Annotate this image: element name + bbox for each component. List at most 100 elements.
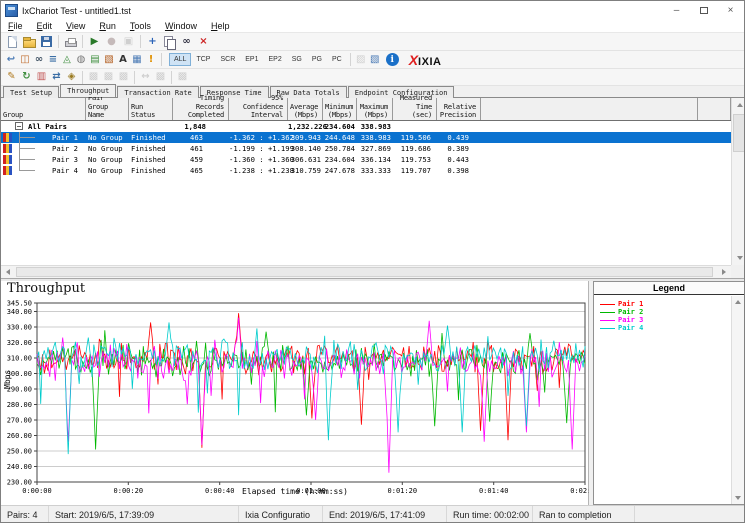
menu-window[interactable]: Window	[158, 21, 204, 31]
search-pairs-button[interactable]: ∞	[32, 52, 46, 68]
table-cell: Pair 2	[1, 143, 86, 154]
column-header-10[interactable]: Relative Precision	[437, 98, 481, 120]
print-button[interactable]	[62, 34, 79, 50]
menu-run[interactable]: Run	[92, 21, 123, 31]
copy-pair-button[interactable]	[161, 34, 178, 50]
collapse-icon[interactable]	[15, 122, 23, 130]
table-cell: 461	[173, 143, 229, 154]
tab-throughput[interactable]: Throughput	[60, 84, 116, 97]
snapshot-button[interactable]: ▦	[130, 52, 144, 68]
table-cell: 336.134	[357, 154, 393, 165]
legend-scroll-up-button[interactable]	[732, 296, 744, 308]
y-tick-label: 345.50	[7, 299, 32, 307]
minimize-button[interactable]: –	[663, 1, 690, 20]
arrow-down-icon	[735, 496, 741, 500]
menu-edit[interactable]: Edit	[30, 21, 60, 31]
save-results-button[interactable]: ◈	[64, 69, 79, 85]
network-map-button[interactable]: ◬	[60, 52, 74, 68]
network-map-icon: ◬	[63, 55, 71, 65]
filter-ep1-button[interactable]: EP1	[240, 53, 263, 66]
y-tick-label: 300.00	[7, 370, 32, 378]
pair-row-4[interactable]: Pair 4No GroupFinished465-1.238 : +1.238…	[1, 165, 731, 176]
endpoint-pair-button[interactable]: ◫	[18, 52, 32, 68]
column-header-1[interactable]: Group	[1, 98, 86, 120]
column-header-6[interactable]: Average (Mbps)	[288, 98, 323, 120]
text-style-button[interactable]: A	[116, 52, 130, 68]
table-cell: 338.983	[357, 121, 393, 132]
pair-row-3[interactable]: Pair 3No GroupFinished459-1.360 : +1.360…	[1, 154, 731, 165]
new-test-button[interactable]	[4, 34, 21, 50]
pair-row-1[interactable]: Pair 1No GroupFinished463-1.362 : +1.362…	[1, 132, 731, 143]
alert-button[interactable]: !	[144, 52, 158, 68]
menu-file[interactable]: File	[1, 21, 30, 31]
maximize-button[interactable]	[690, 1, 717, 20]
tab-test-setup[interactable]: Test Setup	[3, 86, 59, 98]
y-tick-label: 260.00	[7, 432, 32, 440]
scroll-left-button[interactable]	[1, 266, 15, 278]
scroll-up-button[interactable]	[732, 98, 745, 112]
menu-view[interactable]: View	[59, 21, 92, 31]
add-pair-button[interactable]: +	[144, 34, 161, 50]
table-cell: 119.506	[393, 132, 437, 143]
filter-sg-button[interactable]: SG	[287, 53, 307, 66]
copy-results-button[interactable]: ▥	[34, 69, 49, 85]
menu-tools[interactable]: Tools	[123, 21, 158, 31]
column-header-2[interactable]: Pair Group Name	[86, 98, 129, 120]
save-test-button[interactable]	[38, 34, 55, 50]
table-cell: 306.631	[288, 154, 323, 165]
info-button[interactable]: i	[386, 53, 399, 66]
table-cell: 327.869	[357, 143, 393, 154]
pair-icon	[3, 166, 12, 175]
open-console-button[interactable]: ▧	[368, 52, 382, 68]
filter-tcp-button[interactable]: TCP	[191, 53, 215, 66]
tree-line	[19, 148, 35, 149]
undo-run-button[interactable]: ↩	[4, 52, 18, 68]
zoom-in-button: ▩	[86, 69, 101, 85]
column-header-9[interactable]: Measured Time (sec)	[393, 98, 437, 120]
column-header-4[interactable]: Timing Records Completed	[173, 98, 229, 120]
legend-label: Pair 4	[618, 324, 643, 332]
copy-results-icon: ▥	[37, 72, 46, 82]
web-console-button[interactable]: ◍	[74, 52, 88, 68]
scroll-right-button[interactable]	[717, 266, 731, 278]
column-header-3[interactable]: Run Status	[129, 98, 173, 120]
run-options-button[interactable]: ▧	[102, 52, 116, 68]
delete-pair-button[interactable]: ×	[195, 34, 212, 50]
printer-icon	[65, 41, 77, 47]
group-pairs-button[interactable]: ≡	[46, 52, 60, 68]
filter-all-button[interactable]: ALL	[169, 53, 191, 66]
pair-row-2[interactable]: Pair 2No GroupFinished461-1.199 : +1.199…	[1, 143, 731, 154]
refresh-endpoints-icon: ↻	[22, 72, 30, 82]
table-cell	[229, 121, 288, 132]
swap-endpoints-button[interactable]: ⇄	[49, 69, 64, 85]
vertical-scroll-thumb[interactable]	[733, 114, 745, 152]
menu-help[interactable]: Help	[204, 21, 237, 31]
legend-scrollbar[interactable]	[731, 296, 744, 504]
filter-scr-button[interactable]: SCR	[215, 53, 240, 66]
table-cell: 310.759	[288, 165, 323, 176]
table-horizontal-scrollbar[interactable]	[1, 265, 731, 278]
column-header-8[interactable]: Maximum (Mbps)	[357, 98, 393, 120]
run-test-button[interactable]: ▶	[86, 34, 103, 50]
arrow-up-icon	[735, 300, 741, 304]
column-header-5[interactable]: 95% Confidence Interval	[229, 98, 288, 120]
arrow-up-icon	[737, 103, 743, 107]
scroll-down-button[interactable]	[732, 251, 745, 265]
find-pair-button[interactable]: ∞	[178, 34, 195, 50]
filter-ep2-button[interactable]: EP2	[263, 53, 286, 66]
refresh-endpoints-button[interactable]: ↻	[19, 69, 34, 85]
horizontal-scroll-thumb[interactable]	[16, 267, 713, 277]
close-button[interactable]: ×	[717, 1, 744, 20]
group-pairs-icon: ≡	[49, 55, 57, 65]
y-tick-label: 320.00	[7, 339, 32, 347]
column-header-7[interactable]: Minimum (Mbps)	[323, 98, 357, 120]
edit-comment-button[interactable]: ✎	[4, 69, 19, 85]
open-test-button[interactable]	[21, 34, 38, 50]
filter-pg-button[interactable]: PG	[307, 53, 327, 66]
table-body: All Pairs1,8481,232.226234.604338.983Pai…	[1, 121, 731, 176]
filter-pc-button[interactable]: PC	[327, 53, 347, 66]
all-pairs-row[interactable]: All Pairs1,8481,232.226234.604338.983	[1, 121, 731, 132]
edit-config-button[interactable]: ▤	[88, 52, 102, 68]
table-vertical-scrollbar[interactable]	[731, 98, 745, 265]
legend-scroll-down-button[interactable]	[732, 492, 744, 504]
